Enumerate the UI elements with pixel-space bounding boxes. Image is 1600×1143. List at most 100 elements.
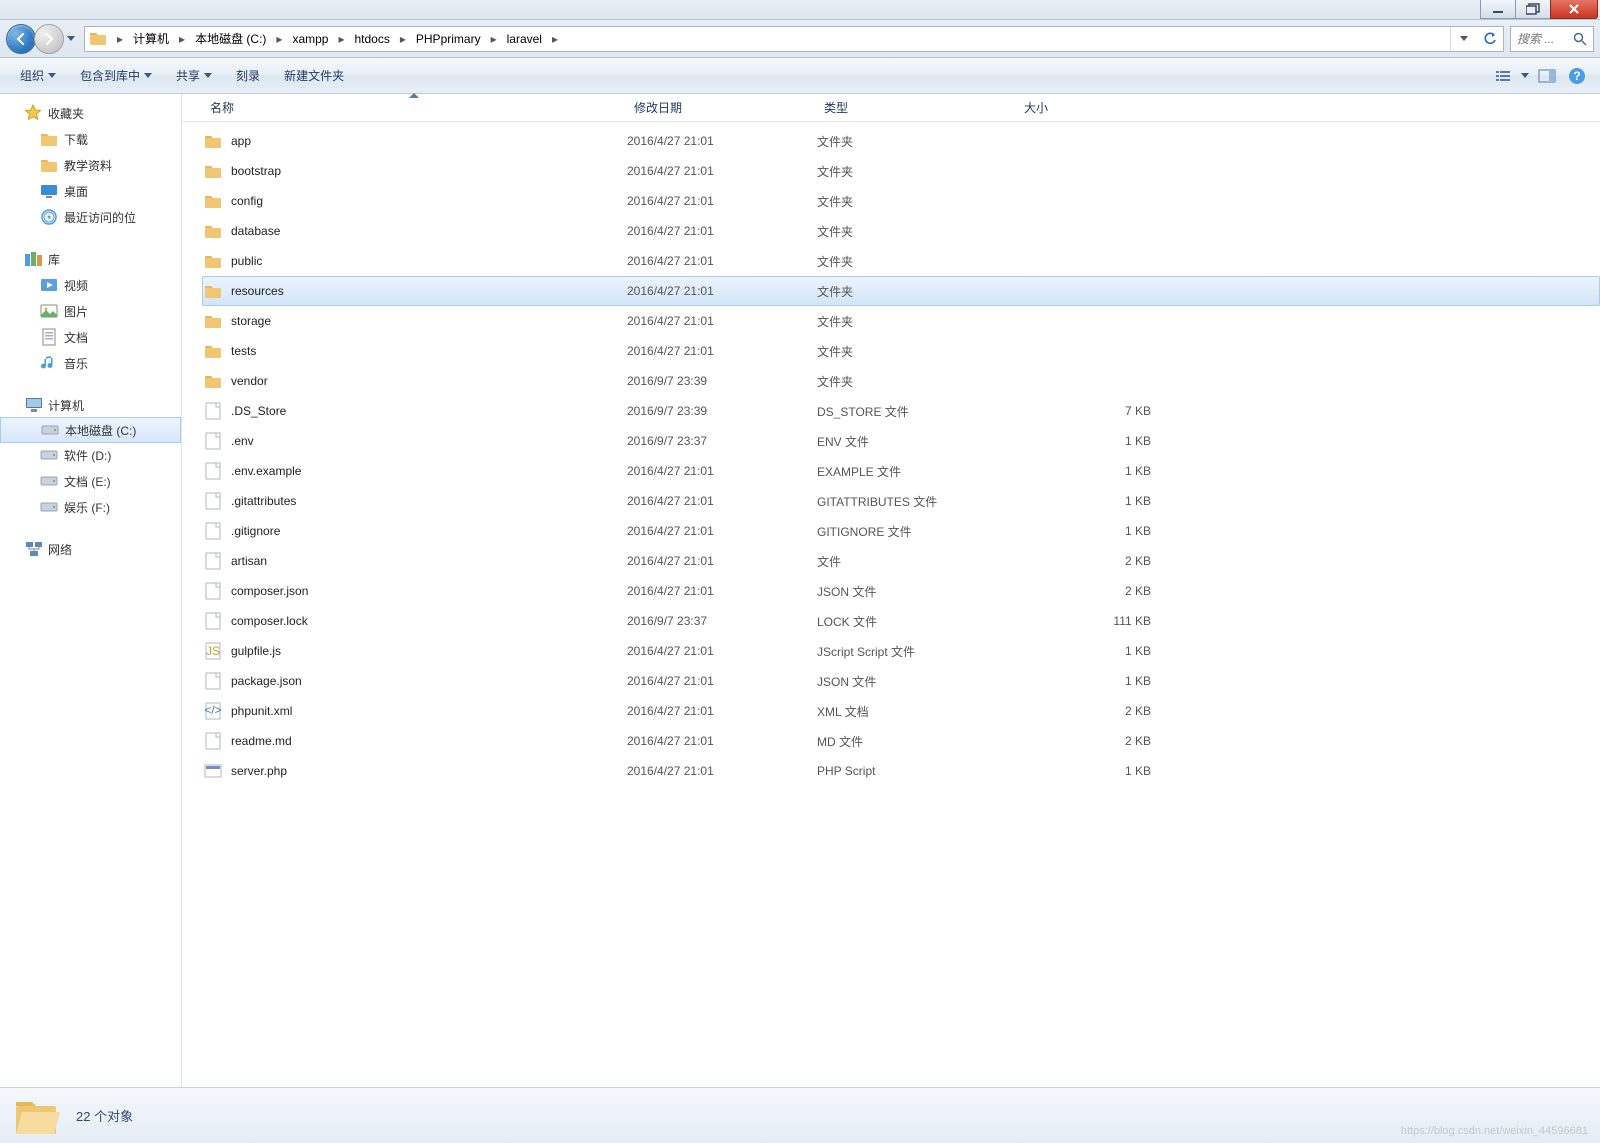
folder-row[interactable]: resources2016/4/27 21:01文件夹 [202, 276, 1600, 306]
organize-button[interactable]: 组织 [10, 63, 66, 89]
breadcrumb-item[interactable]: 计算机 [129, 27, 173, 51]
breadcrumb-item[interactable]: xampp [288, 27, 332, 51]
file-row[interactable]: composer.lock2016/9/7 23:37LOCK 文件111 KB [202, 606, 1600, 636]
file-name: resources [231, 284, 627, 298]
column-header-size[interactable]: 大小 [1016, 94, 1166, 122]
tree-group-header[interactable]: 库 [0, 246, 181, 272]
file-row[interactable]: .DS_Store2016/9/7 23:39DS_STORE 文件7 KB [202, 396, 1600, 426]
file-row[interactable]: readme.md2016/4/27 21:01MD 文件2 KB [202, 726, 1600, 756]
tree-group-header[interactable]: 收藏夹 [0, 100, 181, 126]
file-row[interactable]: artisan2016/4/27 21:01文件2 KB [202, 546, 1600, 576]
doc-icon [40, 328, 58, 346]
nav-history-dropdown[interactable] [64, 26, 78, 52]
file-name: package.json [231, 674, 627, 688]
file-modified: 2016/4/27 21:01 [627, 734, 817, 748]
column-header-name[interactable]: 名称 [202, 94, 626, 122]
file-type: JSON 文件 [817, 583, 1017, 600]
preview-pane-button[interactable] [1534, 63, 1560, 89]
folder-row[interactable]: tests2016/4/27 21:01文件夹 [202, 336, 1600, 366]
breadcrumb-item[interactable]: 本地磁盘 (C:) [191, 27, 270, 51]
tree-item[interactable]: 软件 (D:) [0, 442, 181, 468]
tree-group-header[interactable]: 网络 [0, 536, 181, 562]
folder-row[interactable]: database2016/4/27 21:01文件夹 [202, 216, 1600, 246]
nav-back-button[interactable] [6, 24, 36, 54]
file-icon [203, 551, 223, 571]
file-type: XML 文档 [817, 703, 1017, 720]
breadcrumb-item[interactable]: PHPprimary [412, 27, 485, 51]
tree-item[interactable]: 最近访问的位 [0, 204, 181, 230]
breadcrumb-sep[interactable]: ▸ [332, 27, 350, 51]
breadcrumb-sep[interactable]: ▸ [394, 27, 412, 51]
maximize-button[interactable] [1515, 0, 1551, 19]
file-row[interactable]: package.json2016/4/27 21:01JSON 文件1 KB [202, 666, 1600, 696]
video-icon [40, 276, 58, 294]
nav-forward-button[interactable] [34, 24, 64, 54]
refresh-button[interactable] [1477, 27, 1503, 51]
file-row[interactable]: .gitattributes2016/4/27 21:01GITATTRIBUT… [202, 486, 1600, 516]
chevron-down-icon [204, 73, 212, 78]
breadcrumb-sep[interactable]: ▸ [546, 27, 564, 51]
file-row[interactable]: .gitignore2016/4/27 21:01GITIGNORE 文件1 K… [202, 516, 1600, 546]
file-row[interactable]: </>phpunit.xml2016/4/27 21:01XML 文档2 KB [202, 696, 1600, 726]
tree-item[interactable]: 桌面 [0, 178, 181, 204]
file-list[interactable]: app2016/4/27 21:01文件夹bootstrap2016/4/27 … [182, 122, 1600, 1087]
file-modified: 2016/4/27 21:01 [627, 134, 817, 148]
breadcrumb-sep[interactable]: ▸ [485, 27, 503, 51]
search-box[interactable] [1510, 26, 1594, 52]
tree-item[interactable]: 娱乐 (F:) [0, 494, 181, 520]
share-button[interactable]: 共享 [166, 63, 222, 89]
file-name: .gitignore [231, 524, 627, 538]
tree-item[interactable]: 下载 [0, 126, 181, 152]
folder-icon [203, 161, 223, 181]
close-button[interactable] [1550, 0, 1598, 19]
column-header-type[interactable]: 类型 [816, 94, 1016, 122]
breadcrumb-sep[interactable]: ▸ [111, 27, 129, 51]
burn-button[interactable]: 刻录 [226, 63, 270, 89]
breadcrumb-sep[interactable]: ▸ [173, 27, 191, 51]
navigation-sidebar[interactable]: 收藏夹下载教学资料桌面最近访问的位 库视频图片文档音乐 计算机本地磁盘 (C:)… [0, 94, 182, 1087]
file-icon: JS [203, 641, 223, 661]
file-icon [203, 521, 223, 541]
chevron-down-icon [144, 73, 152, 78]
folder-row[interactable]: storage2016/4/27 21:01文件夹 [202, 306, 1600, 336]
tree-item[interactable]: 视频 [0, 272, 181, 298]
file-row[interactable]: JSgulpfile.js2016/4/27 21:01JScript Scri… [202, 636, 1600, 666]
folder-row[interactable]: vendor2016/9/7 23:39文件夹 [202, 366, 1600, 396]
tree-item[interactable]: 音乐 [0, 350, 181, 376]
help-icon: ? [1568, 67, 1586, 85]
image-icon [40, 302, 58, 320]
file-row[interactable]: server.php2016/4/27 21:01PHP Script1 KB [202, 756, 1600, 786]
view-icon [1494, 69, 1512, 83]
help-button[interactable]: ? [1564, 63, 1590, 89]
file-row[interactable]: .env2016/9/7 23:37ENV 文件1 KB [202, 426, 1600, 456]
tree-item[interactable]: 文档 (E:) [0, 468, 181, 494]
chevron-down-icon [48, 73, 56, 78]
file-row[interactable]: .env.example2016/4/27 21:01EXAMPLE 文件1 K… [202, 456, 1600, 486]
breadcrumb-sep[interactable]: ▸ [270, 27, 288, 51]
folder-row[interactable]: config2016/4/27 21:01文件夹 [202, 186, 1600, 216]
include-label: 包含到库中 [80, 67, 140, 84]
file-icon [203, 761, 223, 781]
tree-item[interactable]: 图片 [0, 298, 181, 324]
breadcrumb-item[interactable]: laravel [503, 27, 546, 51]
include-in-library-button[interactable]: 包含到库中 [70, 63, 162, 89]
folder-row[interactable]: public2016/4/27 21:01文件夹 [202, 246, 1600, 276]
tree-item[interactable]: 教学资料 [0, 152, 181, 178]
folder-row[interactable]: app2016/4/27 21:01文件夹 [202, 126, 1600, 156]
view-dropdown[interactable] [1520, 73, 1530, 78]
tree-group-header[interactable]: 计算机 [0, 392, 181, 418]
search-input[interactable] [1517, 32, 1567, 46]
breadcrumb-bar[interactable]: ▸ 计算机▸本地磁盘 (C:)▸xampp▸htdocs▸PHPprimary▸… [84, 26, 1504, 52]
folder-row[interactable]: bootstrap2016/4/27 21:01文件夹 [202, 156, 1600, 186]
column-header-modified[interactable]: 修改日期 [626, 94, 816, 122]
tree-item[interactable]: 本地磁盘 (C:) [0, 417, 181, 443]
path-dropdown-button[interactable] [1451, 27, 1477, 51]
folder-icon [203, 251, 223, 271]
view-options-button[interactable] [1490, 63, 1516, 89]
breadcrumb-item[interactable]: htdocs [351, 27, 394, 51]
file-name: config [231, 194, 627, 208]
tree-item[interactable]: 文档 [0, 324, 181, 350]
new-folder-button[interactable]: 新建文件夹 [274, 63, 354, 89]
file-row[interactable]: composer.json2016/4/27 21:01JSON 文件2 KB [202, 576, 1600, 606]
minimize-button[interactable] [1480, 0, 1516, 19]
